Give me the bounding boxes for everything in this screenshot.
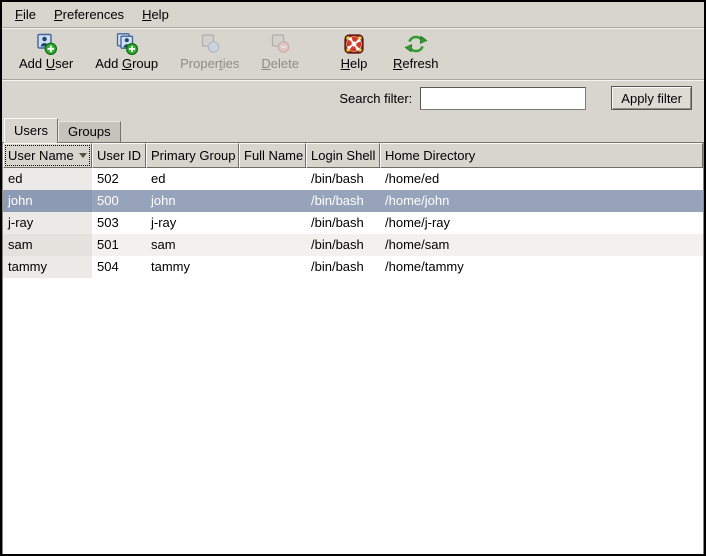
table-row[interactable]: john500john/bin/bash/home/john <box>3 190 703 212</box>
column-header-primary-group[interactable]: Primary Group <box>146 143 239 168</box>
table-cell[interactable]: 504 <box>92 256 146 278</box>
properties-icon <box>198 32 222 56</box>
user-manager-window: File Preferences Help Add User <box>0 0 706 556</box>
table-cell[interactable] <box>239 190 306 212</box>
apply-filter-button[interactable]: Apply filter <box>611 86 692 110</box>
table-row[interactable]: ed502ed/bin/bash/home/ed <box>3 168 703 190</box>
table-cell[interactable] <box>239 212 306 234</box>
table-cell[interactable]: /home/sam <box>380 234 703 256</box>
properties-label: Properties <box>180 56 239 71</box>
help-button[interactable]: Help <box>326 31 382 72</box>
search-filter-row: Search filter: Apply filter <box>2 80 704 116</box>
table-cell[interactable]: /home/ed <box>380 168 703 190</box>
table-cell[interactable]: j-ray <box>146 212 239 234</box>
refresh-icon <box>404 32 428 56</box>
column-header-login-shell[interactable]: Login Shell <box>306 143 380 168</box>
table-cell[interactable]: 501 <box>92 234 146 256</box>
refresh-button[interactable]: Refresh <box>382 31 450 72</box>
table-cell[interactable]: /bin/bash <box>306 168 380 190</box>
table-cell[interactable]: tammy <box>146 256 239 278</box>
column-header-user-id[interactable]: User ID <box>92 143 146 168</box>
search-filter-label: Search filter: <box>339 91 412 106</box>
sort-arrow-icon <box>79 153 87 158</box>
table-cell[interactable]: ed <box>146 168 239 190</box>
menu-file[interactable]: File <box>6 4 45 25</box>
table-cell[interactable]: tammy <box>3 256 92 278</box>
refresh-label: Refresh <box>393 56 439 71</box>
help-lifering-icon <box>342 32 366 56</box>
delete-label: Delete <box>261 56 299 71</box>
tab-groups[interactable]: Groups <box>58 121 121 142</box>
menu-preferences[interactable]: Preferences <box>45 4 133 25</box>
delete-icon <box>268 32 292 56</box>
table-cell[interactable]: /bin/bash <box>306 190 380 212</box>
table-cell[interactable]: /home/john <box>380 190 703 212</box>
tabs-row: Users Groups <box>2 116 704 143</box>
group-add-icon <box>115 32 139 56</box>
add-group-button[interactable]: Add Group <box>84 31 169 72</box>
user-add-icon <box>34 32 58 56</box>
table-cell[interactable]: /bin/bash <box>306 234 380 256</box>
delete-button: Delete <box>250 31 310 72</box>
table-cell[interactable]: j-ray <box>3 212 92 234</box>
table-cell[interactable]: 502 <box>92 168 146 190</box>
table-body: ed502ed/bin/bash/home/edjohn500john/bin/… <box>3 168 703 554</box>
properties-button: Properties <box>169 31 250 72</box>
add-group-label: Add Group <box>95 56 158 71</box>
table-cell[interactable]: /bin/bash <box>306 212 380 234</box>
column-header-user-name[interactable]: User Name <box>3 143 92 168</box>
table-cell[interactable]: 500 <box>92 190 146 212</box>
table-cell[interactable] <box>239 168 306 190</box>
table-cell[interactable]: ed <box>3 168 92 190</box>
table-cell[interactable]: /home/j-ray <box>380 212 703 234</box>
add-user-button[interactable]: Add User <box>8 31 84 72</box>
table-row[interactable]: tammy504tammy/bin/bash/home/tammy <box>3 256 703 278</box>
table-cell[interactable]: sam <box>3 234 92 256</box>
search-filter-input[interactable] <box>420 87 586 110</box>
table-row[interactable]: sam501sam/bin/bash/home/sam <box>3 234 703 256</box>
column-header-home-directory[interactable]: Home Directory <box>380 143 703 168</box>
table-cell[interactable]: john <box>146 190 239 212</box>
users-table: User Name User ID Primary Group Full Nam… <box>2 143 704 554</box>
table-cell[interactable]: /home/tammy <box>380 256 703 278</box>
help-label: Help <box>341 56 368 71</box>
table-cell[interactable] <box>239 256 306 278</box>
table-cell[interactable]: 503 <box>92 212 146 234</box>
table-cell[interactable] <box>239 234 306 256</box>
table-cell[interactable]: john <box>3 190 92 212</box>
toolbar: Add User Add Group <box>2 28 704 80</box>
table-cell[interactable]: sam <box>146 234 239 256</box>
menubar: File Preferences Help <box>2 2 704 28</box>
column-header-full-name[interactable]: Full Name <box>239 143 306 168</box>
tab-users[interactable]: Users <box>4 118 58 143</box>
table-header-row: User Name User ID Primary Group Full Nam… <box>3 143 703 168</box>
add-user-label: Add User <box>19 56 73 71</box>
menu-help[interactable]: Help <box>133 4 178 25</box>
table-row[interactable]: j-ray503j-ray/bin/bash/home/j-ray <box>3 212 703 234</box>
table-cell[interactable]: /bin/bash <box>306 256 380 278</box>
